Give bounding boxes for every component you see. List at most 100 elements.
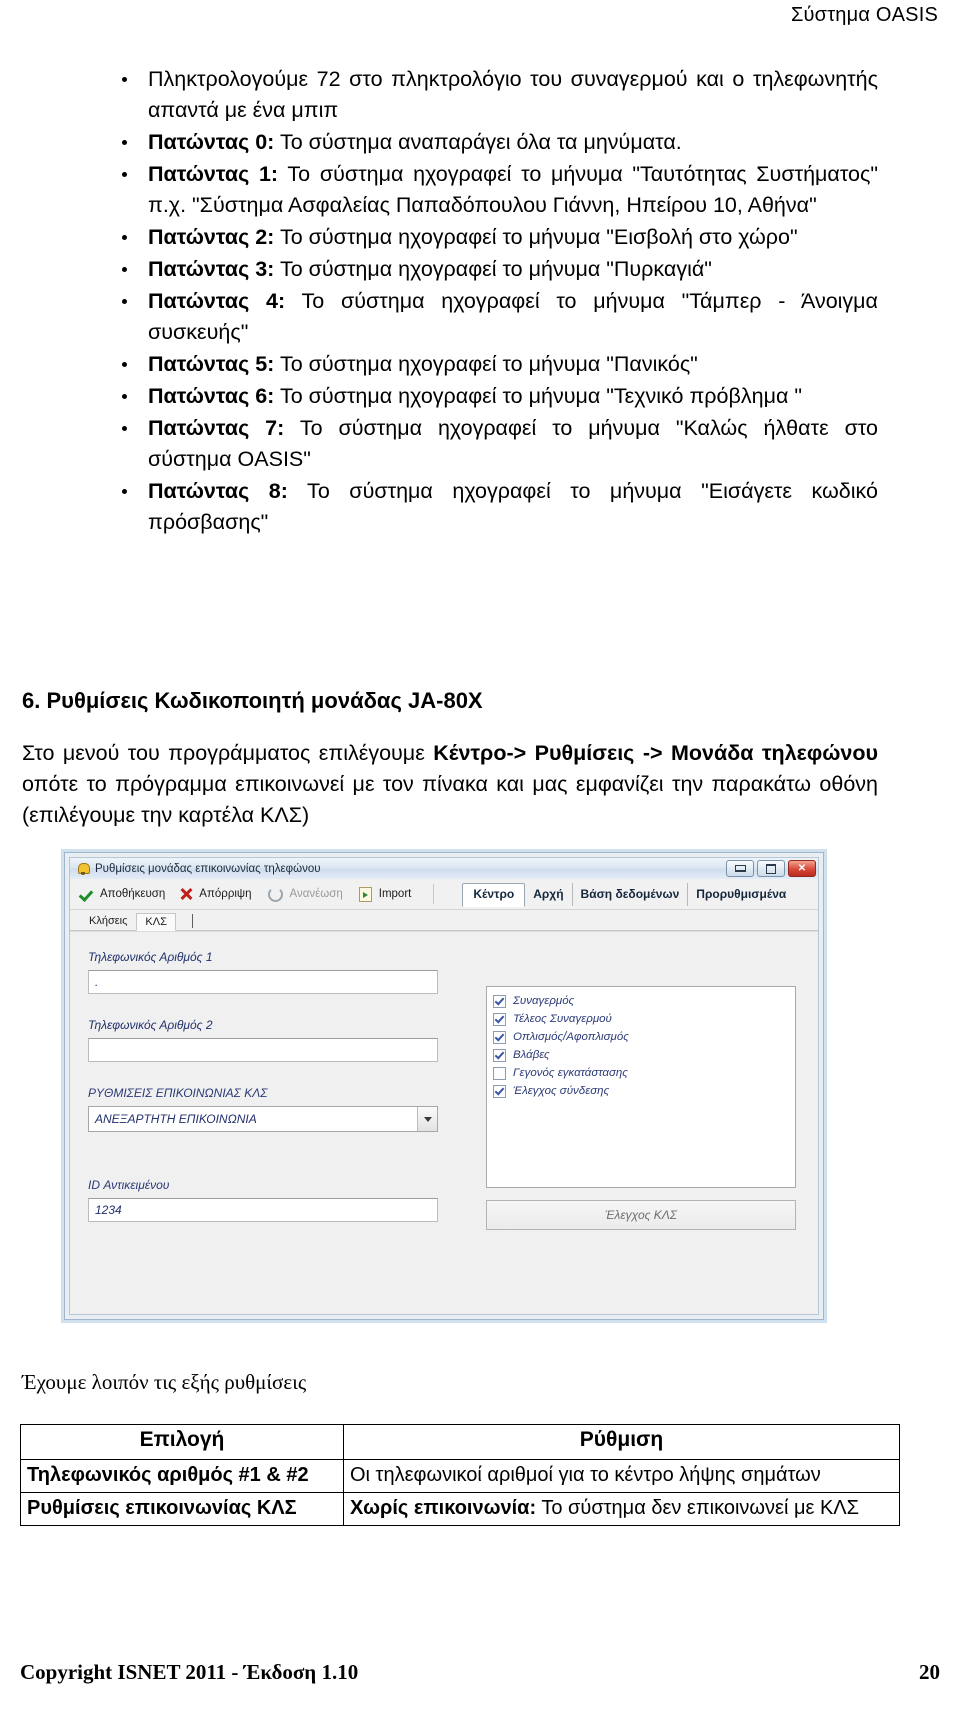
import-button[interactable]: Import <box>355 886 424 903</box>
discard-button[interactable]: Απόρριψη <box>177 887 263 902</box>
tab-kentro[interactable]: Κέντρο <box>462 882 526 907</box>
list-item-lead: Πατώντας 7: <box>148 416 285 440</box>
instruction-list: Πληκτρολογούμε 72 στο πληκτρολόγιο του σ… <box>108 64 878 539</box>
list-item-label: Έλεγχος σύνδεσης <box>513 1085 610 1097</box>
list-item: Πατώντας 3: Το σύστημα ηχογραφεί το μήνυ… <box>108 254 878 285</box>
app-content: Τηλεφωνικός Αριθμός 1 . Τηλεφωνικός Αριθ… <box>70 931 818 1314</box>
list-item-label: Συναγερμός <box>513 995 575 1007</box>
embedded-app-screenshot: Ρυθμίσεις μονάδας επικοινωνίας τηλεφώνου… <box>64 852 824 1320</box>
minimize-button[interactable] <box>726 860 754 877</box>
footer-page-number: 20 <box>919 1660 940 1684</box>
list-item: Πληκτρολογούμε 72 στο πληκτρολόγιο του σ… <box>108 64 878 126</box>
list-item-text: Το σύστημα αναπαράγει όλα τα μηνύματα. <box>274 130 682 154</box>
refresh-button[interactable]: Ανανέωση <box>264 885 355 904</box>
refresh-icon <box>267 886 283 902</box>
list-item: Πατώντας 4: Το σύστημα ηχογραφεί το μήνυ… <box>108 286 878 348</box>
list-item-text: Πληκτρολογούμε 72 στο πληκτρολόγιο του σ… <box>148 67 878 122</box>
settings-right-pane: Συναγερμός Τέλεος Συναγερμού Οπλισμός/Αφ… <box>486 986 796 1230</box>
phone2-input[interactable] <box>88 1038 438 1062</box>
object-id-input[interactable]: 1234 <box>88 1198 438 1222</box>
window-titlebar: Ρυθμίσεις μονάδας επικοινωνίας τηλεφώνου… <box>70 858 818 879</box>
list-item-lead: Πατώντας 5: <box>148 352 275 376</box>
maximize-button[interactable] <box>757 860 785 877</box>
tab-archi[interactable]: Αρχή <box>525 882 573 906</box>
document-header: Σύστημα OASIS <box>790 4 938 26</box>
table-row: Τηλεφωνικός αριθμός #1 & #2 Οι τηλεφωνικ… <box>20 1459 900 1493</box>
list-item: Πατώντας 0: Το σύστημα αναπαράγει όλα τα… <box>108 127 878 158</box>
list-item-label: Γεγονός εγκατάστασης <box>513 1067 628 1079</box>
text-caret <box>191 914 193 928</box>
comm-settings-label: ΡΥΘΜΙΣΕΙΣ ΕΠΙΚΟΙΝΩΝΙΑΣ ΚΛΣ <box>88 1086 268 1100</box>
subtab-kls[interactable]: ΚΛΣ <box>136 913 176 931</box>
document-page: Σύστημα OASIS Πληκτρολογούμε 72 στο πληκ… <box>0 0 960 1720</box>
list-item[interactable]: Οπλισμός/Αφοπλισμός <box>491 1028 791 1046</box>
list-item-text: Το σύστημα ηχογραφεί το μήνυμα "Εισβολή … <box>274 225 798 249</box>
table-row: Ρυθμίσεις επικοινωνίας ΚΛΣ Χωρίς επικοιν… <box>20 1492 900 1526</box>
checkbox-icon[interactable] <box>493 1066 506 1080</box>
settings-table: Επιλογή Ρύθμιση Τηλεφωνικός αριθμός #1 &… <box>20 1424 900 1526</box>
x-icon <box>179 887 194 902</box>
list-item-lead: Πατώντας 4: <box>148 289 286 313</box>
table-cell-setting-bold: Χωρίς επικοινωνία: <box>350 1497 537 1519</box>
list-item: Πατώντας 1: Το σύστημα ηχογραφεί το μήνυ… <box>108 159 878 221</box>
list-item[interactable]: Τέλεος Συναγερμού <box>491 1010 791 1028</box>
list-item-label: Βλάβες <box>513 1049 550 1061</box>
top-tabs: Κέντρο Αρχή Βάση δεδομένων Προρυθμισμένα <box>462 882 794 907</box>
save-button[interactable]: Αποθήκευση <box>78 887 177 902</box>
list-item: Πατώντας 2: Το σύστημα ηχογραφεί το μήνυ… <box>108 222 878 253</box>
list-item-lead: Πατώντας 2: <box>148 225 275 249</box>
checkbox-icon[interactable] <box>493 1030 506 1044</box>
list-item: Πατώντας 7: Το σύστημα ηχογραφεί το μήνυ… <box>108 413 878 475</box>
checkbox-icon[interactable] <box>493 1012 506 1026</box>
close-button[interactable]: ✕ <box>788 860 816 877</box>
phone1-label: Τηλεφωνικός Αριθμός 1 <box>88 950 213 964</box>
app-window: Ρυθμίσεις μονάδας επικοινωνίας τηλεφώνου… <box>69 857 819 1315</box>
list-item: Πατώντας 6: Το σύστημα ηχογραφεί το μήνυ… <box>108 381 878 412</box>
discard-label: Απόρριψη <box>199 888 252 900</box>
import-icon <box>358 886 372 902</box>
window-title: Ρυθμίσεις μονάδας επικοινωνίας τηλεφώνου <box>95 862 321 875</box>
tab-database[interactable]: Βάση δεδομένων <box>573 882 689 906</box>
intro-paragraph: Στο μενού του προγράμματος επιλέγουμε Κέ… <box>22 738 878 831</box>
list-item[interactable]: Έλεγχος σύνδεσης <box>491 1082 791 1100</box>
checkbox-icon[interactable] <box>493 1048 506 1062</box>
list-item-label: Οπλισμός/Αφοπλισμός <box>513 1031 629 1043</box>
phone1-input[interactable]: . <box>88 970 438 994</box>
import-label: Import <box>378 888 412 900</box>
list-item-label: Τέλεος Συναγερμού <box>513 1013 612 1025</box>
bell-icon <box>76 862 90 876</box>
section-heading: 6. Ρυθμίσεις Κωδικοποιητή μονάδας JA-80X <box>22 688 483 713</box>
list-item-lead: Πατώντας 0: <box>148 130 275 154</box>
checkbox-icon[interactable] <box>493 994 506 1008</box>
list-item[interactable]: Γεγονός εγκατάστασης <box>491 1064 791 1082</box>
table-header-setting: Ρύθμιση <box>343 1424 900 1460</box>
checkbox-icon[interactable] <box>493 1084 506 1098</box>
test-kls-button[interactable]: Έλεγχος ΚΛΣ <box>486 1200 796 1230</box>
list-item: Πατώντας 5: Το σύστημα ηχογραφεί το μήνυ… <box>108 349 878 380</box>
check-icon <box>80 887 95 902</box>
window-controls: ✕ <box>726 860 816 877</box>
refresh-label: Ανανέωση <box>289 888 343 900</box>
intro-part1: Στο μενού του προγράμματος επιλέγουμε <box>22 741 434 765</box>
minimize-icon <box>734 865 746 872</box>
tab-presets[interactable]: Προρυθμισμένα <box>688 883 794 906</box>
table-cell-setting-text: Οι τηλεφωνικοί αριθμοί για το κέντρο λήψ… <box>350 1464 821 1486</box>
list-item[interactable]: Βλάβες <box>491 1046 791 1064</box>
after-note: Έχουμε λοιπόν τις εξής ρυθμίσεις <box>22 1370 307 1394</box>
table-header-option: Επιλογή <box>20 1424 344 1460</box>
events-listbox[interactable]: Συναγερμός Τέλεος Συναγερμού Οπλισμός/Αφ… <box>486 986 796 1188</box>
list-item[interactable]: Συναγερμός <box>491 992 791 1010</box>
settings-left-pane: Τηλεφωνικός Αριθμός 1 . Τηλεφωνικός Αριθ… <box>88 950 438 1222</box>
list-item: Πατώντας 8: Το σύστημα ηχογραφεί το μήνυ… <box>108 476 878 538</box>
list-item-lead: Πατώντας 3: <box>148 257 275 281</box>
comm-settings-select[interactable]: ΑΝΕΞΑΡΤΗΤΗ ΕΠΙΚΟΙΝΩΝΙΑ <box>88 1106 438 1132</box>
list-item-text: Το σύστημα ηχογραφεί το μήνυμα "Τεχνικό … <box>274 384 802 408</box>
table-cell-option: Τηλεφωνικός αριθμός #1 & #2 <box>20 1459 344 1493</box>
list-item-text: Το σύστημα ηχογραφεί το μήνυμα "Πυρκαγιά… <box>274 257 712 281</box>
object-id-label: ID Αντικειμένου <box>88 1178 170 1192</box>
chevron-down-icon[interactable] <box>417 1107 437 1131</box>
subtab-klisis[interactable]: Κλήσεις <box>80 912 136 930</box>
save-label: Αποθήκευση <box>100 888 166 900</box>
intro-part2: οπότε το πρόγραμμα επικοινωνεί με τον πί… <box>22 772 878 827</box>
app-toolbar: Αποθήκευση Απόρριψη Ανανέωση Import Κέντ… <box>70 879 818 910</box>
